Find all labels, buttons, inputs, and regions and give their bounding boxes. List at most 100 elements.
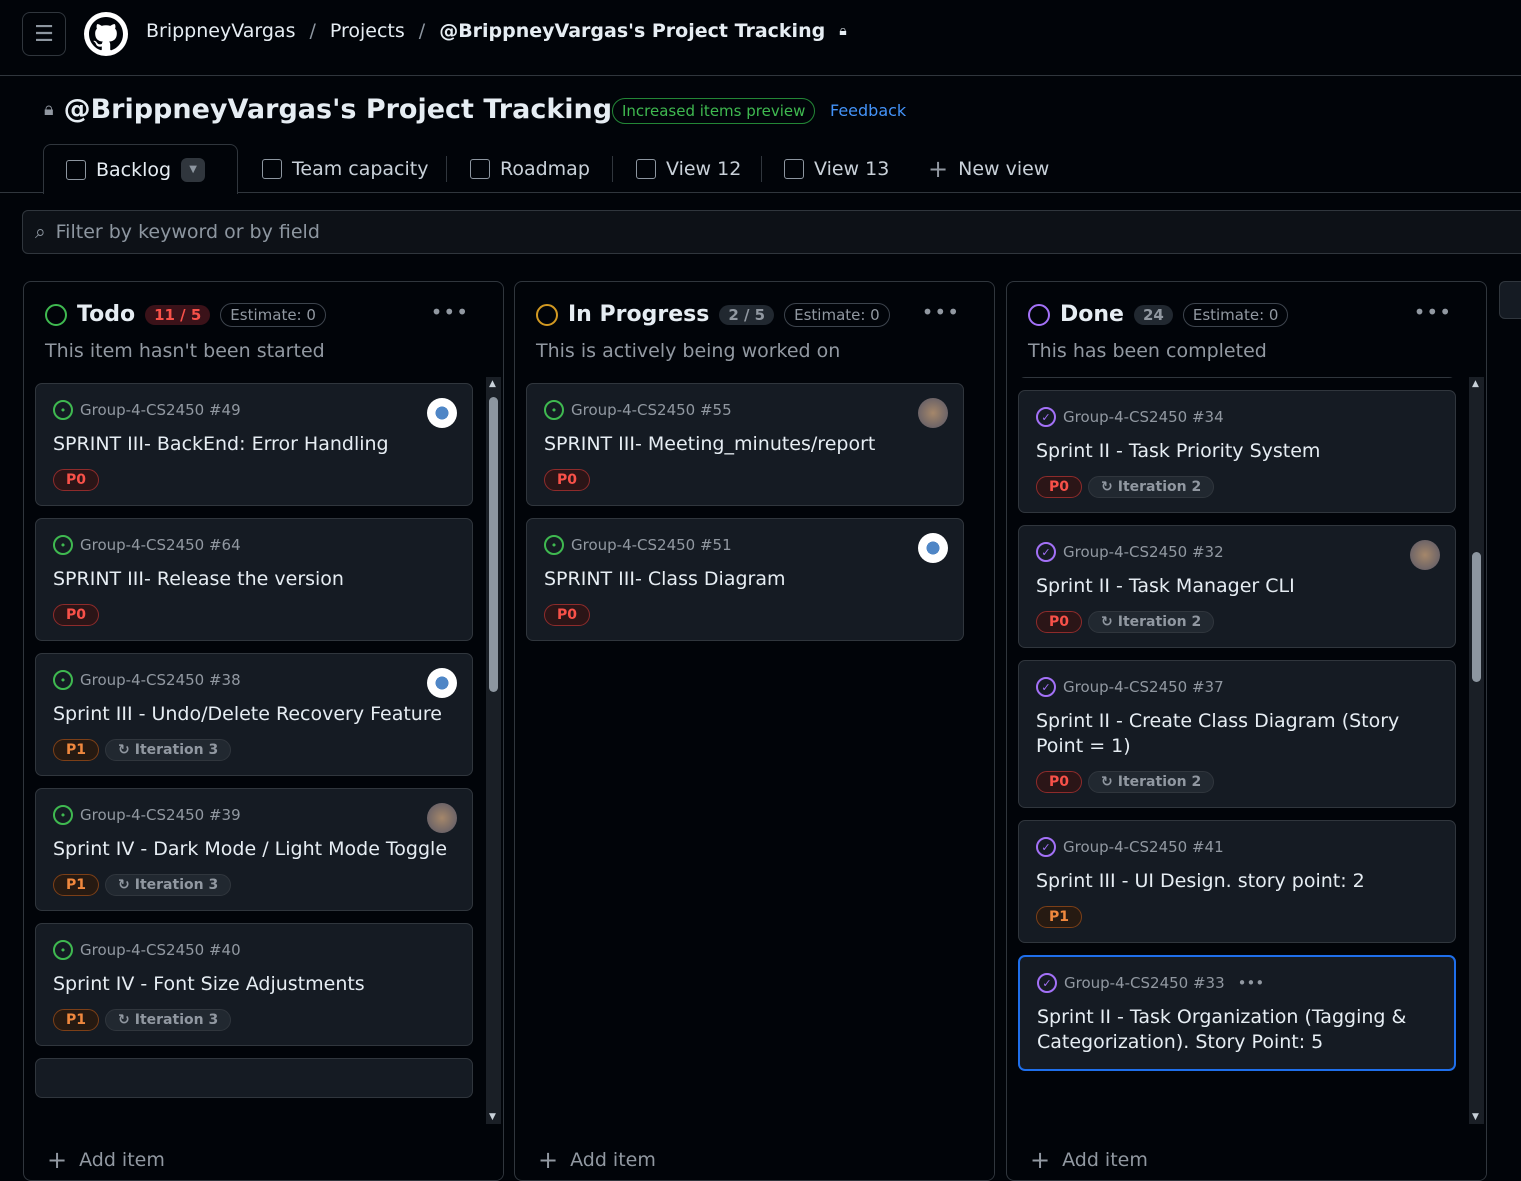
tab-label: Roadmap (500, 157, 590, 180)
view-options-dropdown[interactable]: ▼ (181, 157, 206, 182)
item-card[interactable]: ✓ Group-4-CS2450 #41 Sprint III - UI Desi… (1018, 820, 1456, 943)
issue-closed-icon: ✓ (1036, 542, 1056, 562)
table-icon (784, 158, 804, 179)
view-tabs: Backlog ▼ Team capacity Roadmap View 12 V… (0, 144, 1521, 194)
item-title[interactable]: Sprint IV - Dark Mode / Light Mode Toggl… (53, 837, 455, 862)
item-title[interactable]: SPRINT III- Meeting_minutes/report (544, 432, 946, 457)
github-logo-icon[interactable] (84, 12, 128, 56)
assignee-avatar[interactable] (918, 533, 948, 563)
column-scrollbar[interactable]: ▲ ▼ (486, 377, 501, 1124)
tab-label: Team capacity (292, 157, 429, 180)
add-item-button[interactable]: + Add item (538, 1135, 994, 1180)
issue-ref[interactable]: Group-4-CS2450 #64 (80, 536, 241, 554)
assignee-avatar[interactable] (427, 803, 457, 833)
assignee-avatar[interactable] (918, 398, 948, 428)
item-card[interactable]: ✓ Group-4-CS2450 #32 Sprint II - Task Man… (1018, 525, 1456, 648)
scroll-up-icon[interactable]: ▲ (489, 379, 496, 389)
column-menu-icon[interactable]: ••• (1414, 300, 1452, 324)
column-title: In Progress (568, 302, 710, 327)
column-title: Todo (77, 302, 136, 327)
breadcrumb-project[interactable]: @BrippneyVargas's Project Tracking (439, 20, 825, 42)
item-title[interactable]: Sprint IV - Font Size Adjustments (53, 972, 455, 997)
column-description: This item hasn't been started (45, 340, 325, 362)
item-title[interactable]: Sprint II - Task Organization (Tagging &… (1037, 1005, 1437, 1055)
issue-ref[interactable]: Group-4-CS2450 #49 (80, 401, 241, 419)
roadmap-icon (636, 158, 656, 179)
issue-ref[interactable]: Group-4-CS2450 #32 (1063, 543, 1224, 561)
tab-roadmap[interactable]: Roadmap (470, 144, 590, 193)
issue-closed-icon: ✓ (1036, 677, 1056, 697)
item-card[interactable]: ✓ Group-4-CS2450 #34 Sprint II - Task Pri… (1018, 390, 1456, 513)
issue-ref[interactable]: Group-4-CS2450 #41 (1063, 838, 1224, 856)
item-count: 2 / 5 (719, 304, 775, 325)
filter-placeholder: Filter by keyword or by field (55, 221, 320, 243)
item-card[interactable]: ✓ Group-4-CS2450 #33 ••• Sprint II - Task … (1018, 955, 1456, 1071)
item-title[interactable]: Sprint II - Task Priority System (1036, 439, 1438, 464)
issue-ref[interactable]: Group-4-CS2450 #33 (1064, 974, 1225, 992)
tab-team-capacity[interactable]: Team capacity (262, 144, 428, 193)
tab-view-12[interactable]: View 12 (636, 144, 741, 193)
add-column-button[interactable] (1499, 281, 1521, 319)
estimate-badge: Estimate: 0 (1182, 302, 1289, 327)
item-title[interactable]: Sprint II - Task Manager CLI (1036, 574, 1438, 599)
iteration-icon: ↻ (118, 742, 130, 758)
tab-view-13[interactable]: View 13 (784, 144, 889, 193)
column-scrollbar[interactable]: ▲ ▼ (1469, 377, 1484, 1124)
scroll-down-icon[interactable]: ▼ (489, 1112, 496, 1122)
issue-open-icon: • (53, 940, 73, 960)
priority-label: P0 (1036, 476, 1083, 498)
priority-label: P1 (53, 1009, 100, 1031)
menu-button[interactable]: ☰ (22, 12, 66, 56)
feedback-link[interactable]: Feedback (830, 101, 906, 120)
item-card[interactable]: • Group-4-CS2450 #55 SPRINT III- Meeting_… (526, 383, 964, 506)
breadcrumb: BrippneyVargas / Projects / @BrippneyVarga… (146, 20, 847, 42)
assignee-avatar[interactable] (427, 398, 457, 428)
column-menu-icon[interactable]: ••• (922, 300, 960, 324)
item-card[interactable] (35, 1058, 473, 1098)
item-title[interactable]: SPRINT III- BackEnd: Error Handling (53, 432, 455, 457)
item-title[interactable]: SPRINT III- Class Diagram (544, 567, 946, 592)
new-view-button[interactable]: + New view (928, 144, 1049, 193)
add-item-button[interactable]: + Add item (1030, 1135, 1486, 1180)
column-menu-icon[interactable]: ••• (431, 300, 469, 324)
tab-backlog[interactable]: Backlog ▼ (43, 144, 238, 194)
item-card[interactable]: ✓ Group-4-CS2450 #37 Sprint II - Create C… (1018, 660, 1456, 808)
issue-ref[interactable]: Group-4-CS2450 #55 (571, 401, 732, 419)
issue-ref[interactable]: Group-4-CS2450 #39 (80, 806, 241, 824)
breadcrumb-owner[interactable]: BrippneyVargas (146, 20, 295, 42)
table-icon (262, 158, 282, 179)
issue-open-icon: • (53, 805, 73, 825)
filter-input[interactable]: ⌕ Filter by keyword or by field (22, 210, 1521, 254)
item-card[interactable]: • Group-4-CS2450 #51 SPRINT III- Class Di… (526, 518, 964, 641)
more-options-icon[interactable]: ••• (1238, 974, 1265, 992)
item-title[interactable]: Sprint III - UI Design. story point: 2 (1036, 869, 1438, 894)
item-card[interactable]: • Group-4-CS2450 #64 SPRINT III- Release … (35, 518, 473, 641)
item-card[interactable]: • Group-4-CS2450 #39 Sprint IV - Dark Mod… (35, 788, 473, 911)
new-view-label: New view (958, 157, 1050, 180)
add-item-button[interactable]: + Add item (47, 1135, 503, 1180)
add-item-label: Add item (79, 1149, 165, 1171)
issue-open-icon: • (53, 670, 73, 690)
scroll-down-icon[interactable]: ▼ (1472, 1112, 1479, 1122)
issue-ref[interactable]: Group-4-CS2450 #37 (1063, 678, 1224, 696)
assignee-avatar[interactable] (1410, 540, 1440, 570)
item-title[interactable]: Sprint II - Create Class Diagram (Story … (1036, 709, 1438, 759)
card-partial[interactable] (1018, 377, 1456, 378)
issue-ref[interactable]: Group-4-CS2450 #51 (571, 536, 732, 554)
issue-ref[interactable]: Group-4-CS2450 #34 (1063, 408, 1224, 426)
item-card[interactable]: • Group-4-CS2450 #38 Sprint III - Undo/De… (35, 653, 473, 776)
iteration-text: Iteration 2 (1117, 479, 1202, 495)
item-card[interactable]: • Group-4-CS2450 #49 SPRINT III- BackEnd:… (35, 383, 473, 506)
breadcrumb-projects[interactable]: Projects (330, 20, 405, 42)
scrollbar-thumb[interactable] (1472, 552, 1481, 682)
assignee-avatar[interactable] (427, 668, 457, 698)
item-title[interactable]: Sprint III - Undo/Delete Recovery Featur… (53, 702, 455, 727)
item-card[interactable]: • Group-4-CS2450 #40 Sprint IV - Font Siz… (35, 923, 473, 1046)
item-title[interactable]: SPRINT III- Release the version (53, 567, 455, 592)
issue-ref[interactable]: Group-4-CS2450 #40 (80, 941, 241, 959)
issue-ref[interactable]: Group-4-CS2450 #38 (80, 671, 241, 689)
iteration-label: ↻ Iteration 3 (105, 1009, 232, 1031)
scroll-up-icon[interactable]: ▲ (1472, 379, 1479, 389)
scrollbar-thumb[interactable] (489, 397, 498, 692)
add-item-label: Add item (1062, 1149, 1148, 1171)
